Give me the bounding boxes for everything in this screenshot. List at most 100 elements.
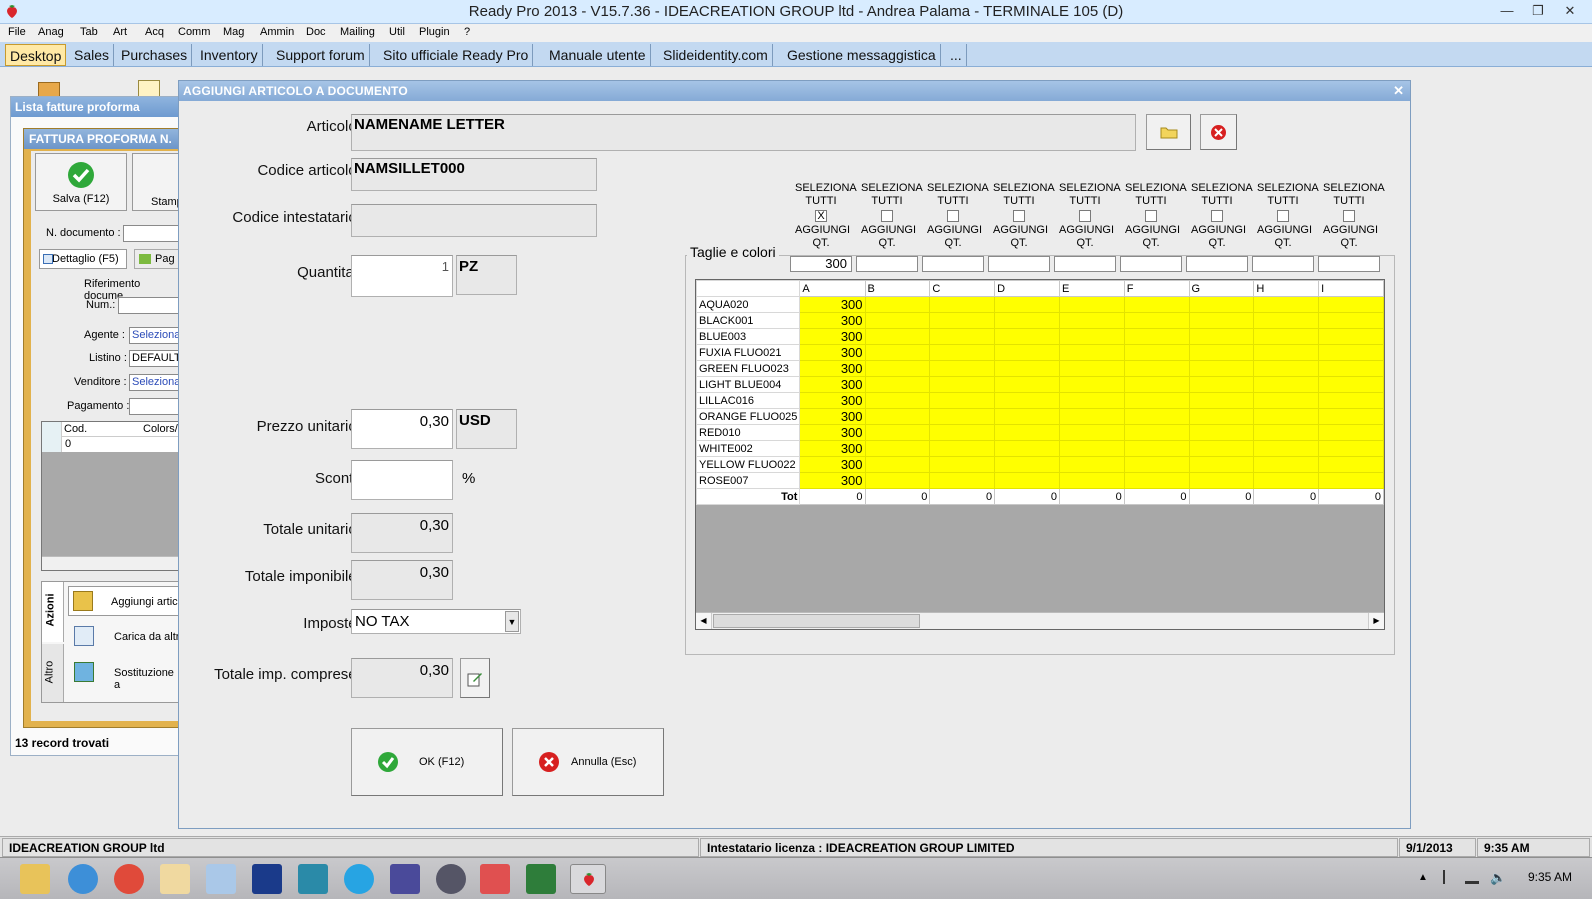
scroll-left-icon[interactable]: ◀ <box>696 613 712 629</box>
grid-cell[interactable] <box>1253 392 1320 409</box>
grid-cell[interactable] <box>929 376 996 393</box>
grid-cell[interactable] <box>1188 424 1255 441</box>
explorer-icon[interactable] <box>20 864 50 894</box>
add-qty-field-a[interactable]: 300 <box>790 256 852 272</box>
grid-cell[interactable] <box>1318 376 1384 393</box>
tab-sito-ufficiale[interactable]: Sito ufficiale Ready Pro <box>379 44 534 66</box>
salva-button[interactable]: Salva (F12) <box>35 153 127 211</box>
grid-cell[interactable] <box>1058 376 1125 393</box>
select-all-checkbox[interactable] <box>947 210 959 222</box>
select-all-checkbox[interactable] <box>1343 210 1355 222</box>
grid-cell[interactable] <box>994 392 1060 409</box>
grid-cell[interactable]: 300 <box>799 472 866 489</box>
grid-cell[interactable] <box>1058 296 1125 313</box>
grid-cell[interactable]: 300 <box>799 392 866 409</box>
listino-field[interactable]: DEFAULT <box>129 350 181 367</box>
grid-cell[interactable] <box>1188 376 1255 393</box>
readypro-taskbar-icon[interactable] <box>570 864 606 894</box>
tab-desktop[interactable]: Desktop <box>5 44 67 66</box>
grid-cell[interactable] <box>1058 456 1125 473</box>
grid-cell[interactable] <box>1058 472 1125 489</box>
grid-cell[interactable] <box>929 424 996 441</box>
tab-slideidentity[interactable]: Slideidentity.com <box>659 44 773 66</box>
mail-icon[interactable] <box>160 864 190 894</box>
grid-horizontal-scrollbar[interactable]: ◀ ▶ <box>696 612 1384 629</box>
quantita-field[interactable]: 1 <box>351 255 453 297</box>
grid-cell[interactable] <box>994 360 1060 377</box>
grid-cell[interactable] <box>994 424 1060 441</box>
network-icon[interactable] <box>1465 870 1479 884</box>
grid-cell[interactable] <box>1123 312 1190 329</box>
flag-icon[interactable] <box>1443 870 1455 884</box>
stampa-button[interactable]: Stamp <box>132 153 181 211</box>
grid-cell[interactable] <box>1188 312 1255 329</box>
grid-cell[interactable]: 300 <box>799 312 866 329</box>
clear-button[interactable] <box>1200 114 1237 150</box>
grid-cell[interactable]: 300 <box>799 344 866 361</box>
altro-tab[interactable]: Altro <box>42 644 64 702</box>
menu-util[interactable]: Util <box>389 26 405 38</box>
utility-icon[interactable] <box>390 864 420 894</box>
grid-cell[interactable] <box>1123 456 1190 473</box>
grid-cell[interactable] <box>1188 472 1255 489</box>
tab-purchases[interactable]: Purchases <box>117 44 193 66</box>
righe-grid[interactable]: Cod. Colors/ 0 <box>41 421 182 571</box>
grid-cell[interactable] <box>1058 408 1125 425</box>
add-qty-field-d[interactable] <box>988 256 1050 272</box>
grid-cell[interactable] <box>994 472 1060 489</box>
grid-cell[interactable] <box>864 360 931 377</box>
grid-cell[interactable] <box>1253 456 1320 473</box>
add-qty-field-e[interactable] <box>1054 256 1116 272</box>
azioni-tab[interactable]: Azioni <box>42 582 64 642</box>
restore-button[interactable]: ❐ <box>1525 1 1551 21</box>
grid-cell[interactable] <box>1253 408 1320 425</box>
grid-cell[interactable] <box>929 328 996 345</box>
grid-cell[interactable] <box>1058 440 1125 457</box>
add-qty-field-b[interactable] <box>856 256 918 272</box>
grid-column-header[interactable]: H <box>1253 280 1320 297</box>
grid-cell[interactable] <box>1253 360 1320 377</box>
sconti-field[interactable] <box>351 460 453 500</box>
volume-icon[interactable]: 🔈 <box>1490 870 1506 886</box>
tab-dettaglio[interactable]: Dettaglio (F5) <box>39 249 127 269</box>
grid-cell[interactable] <box>1253 312 1320 329</box>
grid-cell[interactable] <box>1188 328 1255 345</box>
grid-cell[interactable] <box>1058 328 1125 345</box>
tab-gestione-messaggistica[interactable]: Gestione messaggistica <box>783 44 941 66</box>
grid-cell[interactable] <box>929 360 996 377</box>
grid-cell[interactable] <box>1318 360 1384 377</box>
aggiungi-articolo-button[interactable]: Aggiungi artic <box>68 586 182 616</box>
grid-cell[interactable] <box>864 456 931 473</box>
grid-cell[interactable] <box>994 408 1060 425</box>
grid-cell[interactable] <box>929 312 996 329</box>
grid-cell[interactable] <box>1188 360 1255 377</box>
grid-cell[interactable] <box>1123 408 1190 425</box>
grid-cell[interactable] <box>1318 456 1384 473</box>
grid-cell[interactable] <box>929 408 996 425</box>
grid-cell[interactable] <box>1188 296 1255 313</box>
tab-pagamento[interactable]: Pag <box>134 249 181 269</box>
grid-cell[interactable] <box>929 456 996 473</box>
ie-icon[interactable] <box>68 864 98 894</box>
grid-cell[interactable]: 300 <box>799 376 866 393</box>
grid-column-header[interactable]: D <box>994 280 1060 297</box>
grid-cell[interactable]: 300 <box>799 408 866 425</box>
media-icon[interactable] <box>436 864 466 894</box>
menu-ammin[interactable]: Ammin <box>260 26 294 38</box>
codice-intestatario-field[interactable] <box>351 204 597 237</box>
grid-cell[interactable] <box>1058 424 1125 441</box>
add-qty-field-c[interactable] <box>922 256 984 272</box>
tab-more[interactable]: ... <box>946 44 967 66</box>
select-all-checkbox[interactable] <box>1013 210 1025 222</box>
grid-cell[interactable] <box>1188 440 1255 457</box>
menu-comm[interactable]: Comm <box>178 26 210 38</box>
agente-field[interactable]: Seleziona <box>129 327 181 344</box>
add-qty-field-h[interactable] <box>1252 256 1314 272</box>
grid-cell[interactable] <box>994 312 1060 329</box>
select-all-checkbox[interactable] <box>1277 210 1289 222</box>
select-all-checkbox[interactable] <box>1211 210 1223 222</box>
grid-column-header[interactable]: F <box>1123 280 1190 297</box>
tab-manuale-utente[interactable]: Manuale utente <box>545 44 651 66</box>
menu-tab[interactable]: Tab <box>80 26 98 38</box>
add-qty-field-i[interactable] <box>1318 256 1380 272</box>
